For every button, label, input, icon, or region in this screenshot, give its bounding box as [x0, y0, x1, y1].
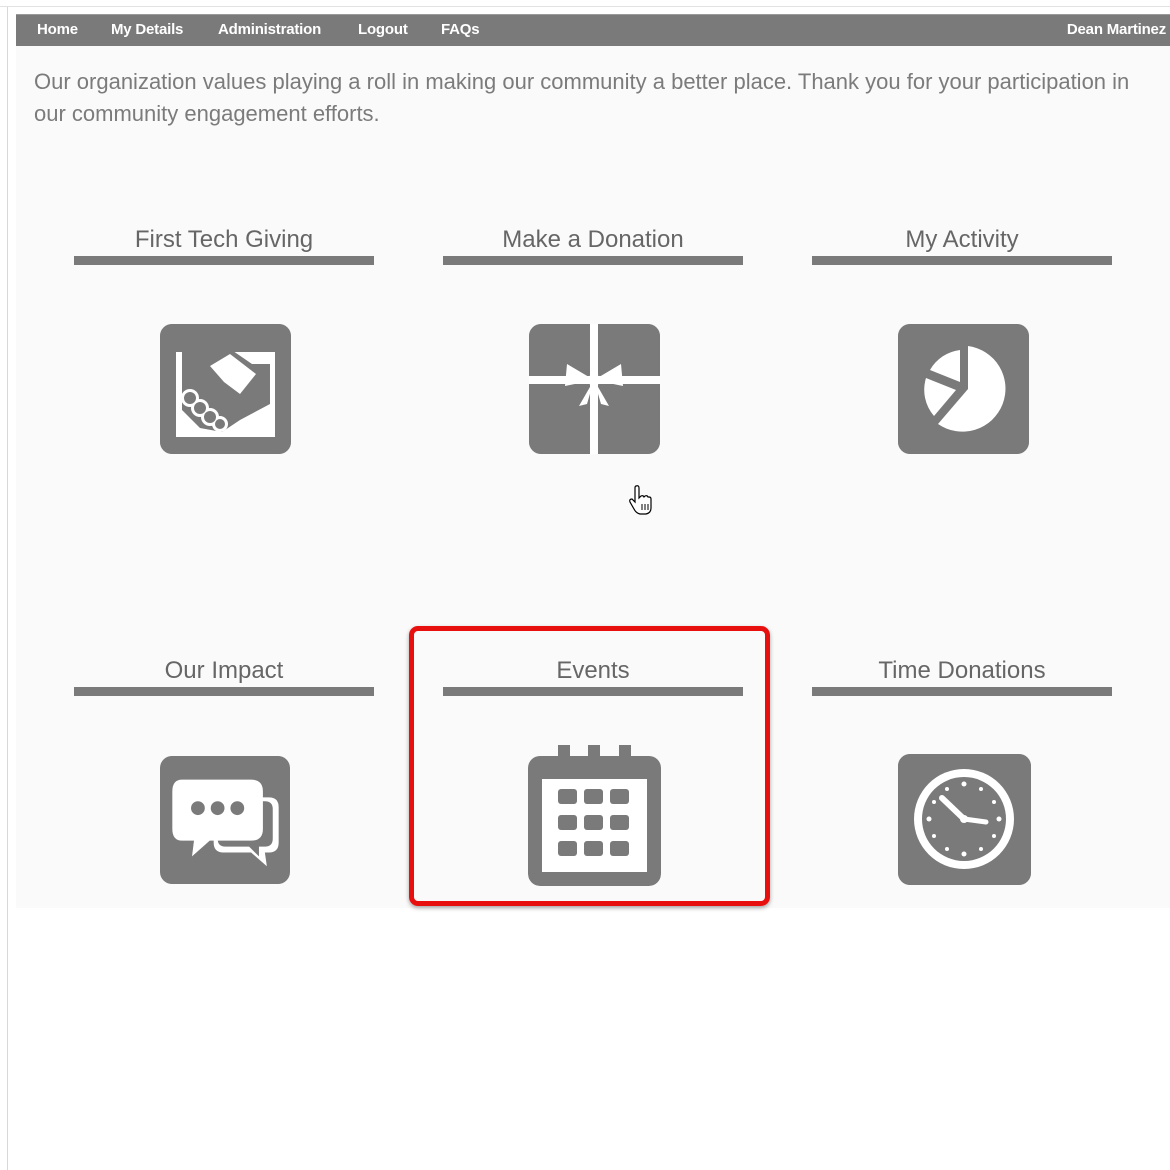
tile-make-a-donation[interactable]: Make a Donation	[443, 225, 743, 455]
nav-faqs-link[interactable]: FAQs	[441, 21, 480, 38]
nav-administration-link[interactable]: Administration	[218, 21, 321, 38]
tile-title: First Tech Giving	[134, 226, 314, 253]
tile-divider	[812, 687, 1112, 696]
tile-title: Time Donations	[878, 657, 1046, 684]
nav-my-details-link[interactable]: My Details	[111, 21, 183, 38]
tile-title: Make a Donation	[502, 226, 684, 253]
events-highlight-box	[409, 626, 770, 906]
tile-divider	[74, 256, 374, 265]
tile-my-activity[interactable]: My Activity	[812, 225, 1112, 455]
gift-icon[interactable]	[529, 324, 660, 454]
handshake-icon[interactable]	[160, 324, 291, 454]
tile-time-donations[interactable]: Time Donations	[812, 656, 1112, 886]
user-name[interactable]: Dean Martinez	[1067, 21, 1166, 38]
top-nav-bar: Home My Details Administration Logout FA…	[16, 14, 1170, 46]
window-left-edge	[7, 7, 8, 1170]
clock-icon[interactable]	[898, 754, 1031, 885]
chat-bubbles-icon[interactable]	[160, 756, 290, 884]
tile-divider	[812, 256, 1112, 265]
pie-chart-icon[interactable]	[898, 324, 1029, 454]
tile-first-tech-giving[interactable]: First Tech Giving	[74, 225, 374, 455]
tile-divider	[74, 687, 374, 696]
nav-logout-link[interactable]: Logout	[358, 21, 408, 38]
intro-text: Our organization values playing a roll i…	[34, 69, 1130, 126]
nav-home-link[interactable]: Home	[37, 21, 78, 38]
tile-our-impact[interactable]: Our Impact	[74, 656, 374, 886]
tile-title: Our Impact	[164, 657, 284, 684]
hand-pointer-cursor-icon	[629, 485, 652, 515]
tile-title: My Activity	[905, 226, 1019, 253]
window-top-edge	[0, 0, 1170, 7]
tile-divider	[443, 256, 743, 265]
